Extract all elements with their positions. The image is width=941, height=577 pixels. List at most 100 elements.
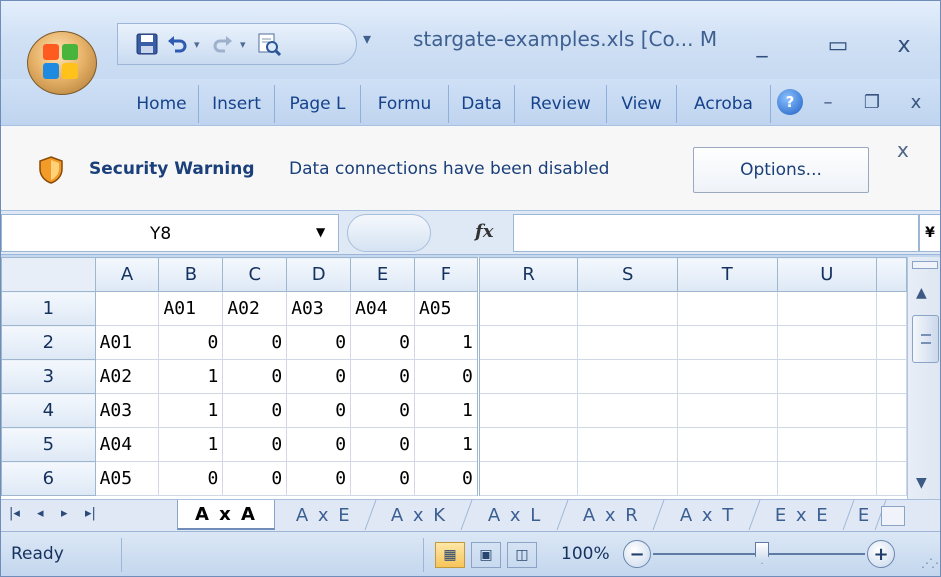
cell[interactable]: [577, 359, 678, 394]
cell[interactable]: 0: [286, 427, 352, 462]
save-icon[interactable]: [134, 31, 160, 57]
cell[interactable]: 0: [286, 461, 352, 496]
cell[interactable]: A04: [350, 291, 415, 326]
cell[interactable]: 1: [413, 393, 480, 428]
chevron-down-icon[interactable]: ▼: [316, 225, 325, 239]
close-button[interactable]: x: [879, 27, 929, 63]
column-header[interactable]: T: [676, 257, 778, 292]
row-header[interactable]: 2: [1, 325, 96, 360]
cell[interactable]: 0: [222, 393, 288, 428]
cell[interactable]: [577, 393, 678, 428]
cell[interactable]: A03: [94, 393, 160, 428]
column-header[interactable]: B: [158, 257, 224, 292]
sheet-tab-axk[interactable]: A x K: [367, 500, 473, 530]
cell[interactable]: 0: [350, 461, 415, 496]
cell[interactable]: [94, 291, 160, 326]
page-layout-view-icon[interactable]: ▣: [471, 542, 501, 568]
cell[interactable]: [876, 291, 907, 326]
zoom-slider-thumb[interactable]: [755, 542, 769, 564]
cell[interactable]: 0: [158, 461, 224, 496]
column-header[interactable]: D: [286, 257, 352, 292]
cell[interactable]: [676, 325, 778, 360]
print-preview-icon[interactable]: [256, 31, 282, 57]
cell[interactable]: 0: [286, 359, 352, 394]
vertical-scrollbar[interactable]: ▲ ▼: [907, 257, 940, 499]
cell[interactable]: 0: [158, 325, 224, 360]
redo-dropdown-icon[interactable]: ▾: [240, 38, 252, 51]
security-close-button[interactable]: x: [897, 138, 909, 162]
cell[interactable]: A02: [222, 291, 288, 326]
cell[interactable]: [776, 325, 878, 360]
zoom-in-button[interactable]: +: [867, 540, 895, 568]
formula-input[interactable]: [513, 214, 919, 252]
expand-formula-bar-icon[interactable]: ¥: [919, 214, 940, 252]
tab-insert[interactable]: Insert: [199, 85, 275, 123]
minimize-button[interactable]: _: [737, 27, 787, 63]
cell[interactable]: [477, 461, 579, 496]
cell[interactable]: A05: [94, 461, 160, 496]
column-header[interactable]: U: [776, 257, 878, 292]
cell[interactable]: 0: [286, 325, 352, 360]
cell[interactable]: [676, 461, 778, 496]
cell[interactable]: 0: [222, 461, 288, 496]
tab-split-handle[interactable]: [881, 506, 905, 526]
cell[interactable]: A04: [94, 427, 160, 462]
cell[interactable]: 1: [413, 325, 480, 360]
scroll-down-icon[interactable]: ▼: [916, 475, 927, 491]
cell[interactable]: [577, 427, 678, 462]
cell[interactable]: [676, 427, 778, 462]
tab-formulas[interactable]: Formu: [361, 85, 449, 123]
cell[interactable]: 0: [350, 325, 415, 360]
cell[interactable]: [776, 291, 878, 326]
cell[interactable]: [676, 359, 778, 394]
cell[interactable]: 0: [350, 427, 415, 462]
split-box[interactable]: [912, 261, 938, 269]
cell[interactable]: [477, 393, 579, 428]
cell[interactable]: A01: [94, 325, 160, 360]
column-header[interactable]: A: [94, 257, 160, 292]
column-header[interactable]: C: [222, 257, 288, 292]
sheet-tab-axa[interactable]: A x A: [177, 500, 275, 530]
scroll-thumb[interactable]: [912, 315, 939, 363]
cell[interactable]: A05: [413, 291, 480, 326]
sheet-tab-exe[interactable]: E x E: [751, 500, 855, 530]
tab-review[interactable]: Review: [515, 85, 607, 123]
maximize-button[interactable]: ▭: [813, 27, 863, 63]
cell[interactable]: [577, 325, 678, 360]
column-header[interactable]: [876, 257, 907, 292]
normal-view-icon[interactable]: ▦: [435, 542, 465, 568]
tab-acrobat[interactable]: Acroba: [677, 85, 771, 123]
column-header[interactable]: F: [413, 257, 480, 292]
zoom-level[interactable]: 100%: [561, 544, 610, 564]
cell[interactable]: [776, 393, 878, 428]
cell[interactable]: [477, 291, 579, 326]
cell[interactable]: 0: [413, 461, 480, 496]
doc-close-button[interactable]: x: [901, 87, 931, 117]
row-header[interactable]: 1: [1, 291, 96, 326]
cell[interactable]: 0: [350, 393, 415, 428]
cell[interactable]: 0: [413, 359, 480, 394]
doc-minimize-button[interactable]: –: [813, 87, 843, 117]
cell[interactable]: 0: [222, 427, 288, 462]
first-sheet-icon[interactable]: |◂: [9, 506, 20, 521]
formula-bar-resize-handle[interactable]: [347, 214, 431, 252]
cell[interactable]: 0: [222, 325, 288, 360]
cell[interactable]: [776, 359, 878, 394]
spreadsheet-grid[interactable]: ABCDEFRSTU 1 A01 A02 A03 A04 A05 2 A01 0 0 0 0 1 3 A02…: [1, 257, 907, 499]
tab-data[interactable]: Data: [449, 85, 515, 123]
zoom-out-button[interactable]: −: [623, 540, 651, 568]
column-header[interactable]: S: [577, 257, 678, 292]
cell[interactable]: 0: [350, 359, 415, 394]
sheet-tab-axl[interactable]: A x L: [463, 500, 569, 530]
column-header[interactable]: R: [477, 257, 579, 292]
resize-grip-icon[interactable]: ⋰⋰: [921, 556, 940, 570]
cell[interactable]: 1: [158, 393, 224, 428]
row-header[interactable]: 6: [1, 461, 96, 496]
cell[interactable]: A01: [158, 291, 224, 326]
prev-sheet-icon[interactable]: ◂: [37, 506, 44, 521]
sheet-tab-axe[interactable]: A x E: [271, 500, 377, 530]
cell[interactable]: [876, 359, 907, 394]
cell[interactable]: [876, 461, 907, 496]
undo-dropdown-icon[interactable]: ▾: [194, 38, 206, 51]
cell[interactable]: [477, 359, 579, 394]
